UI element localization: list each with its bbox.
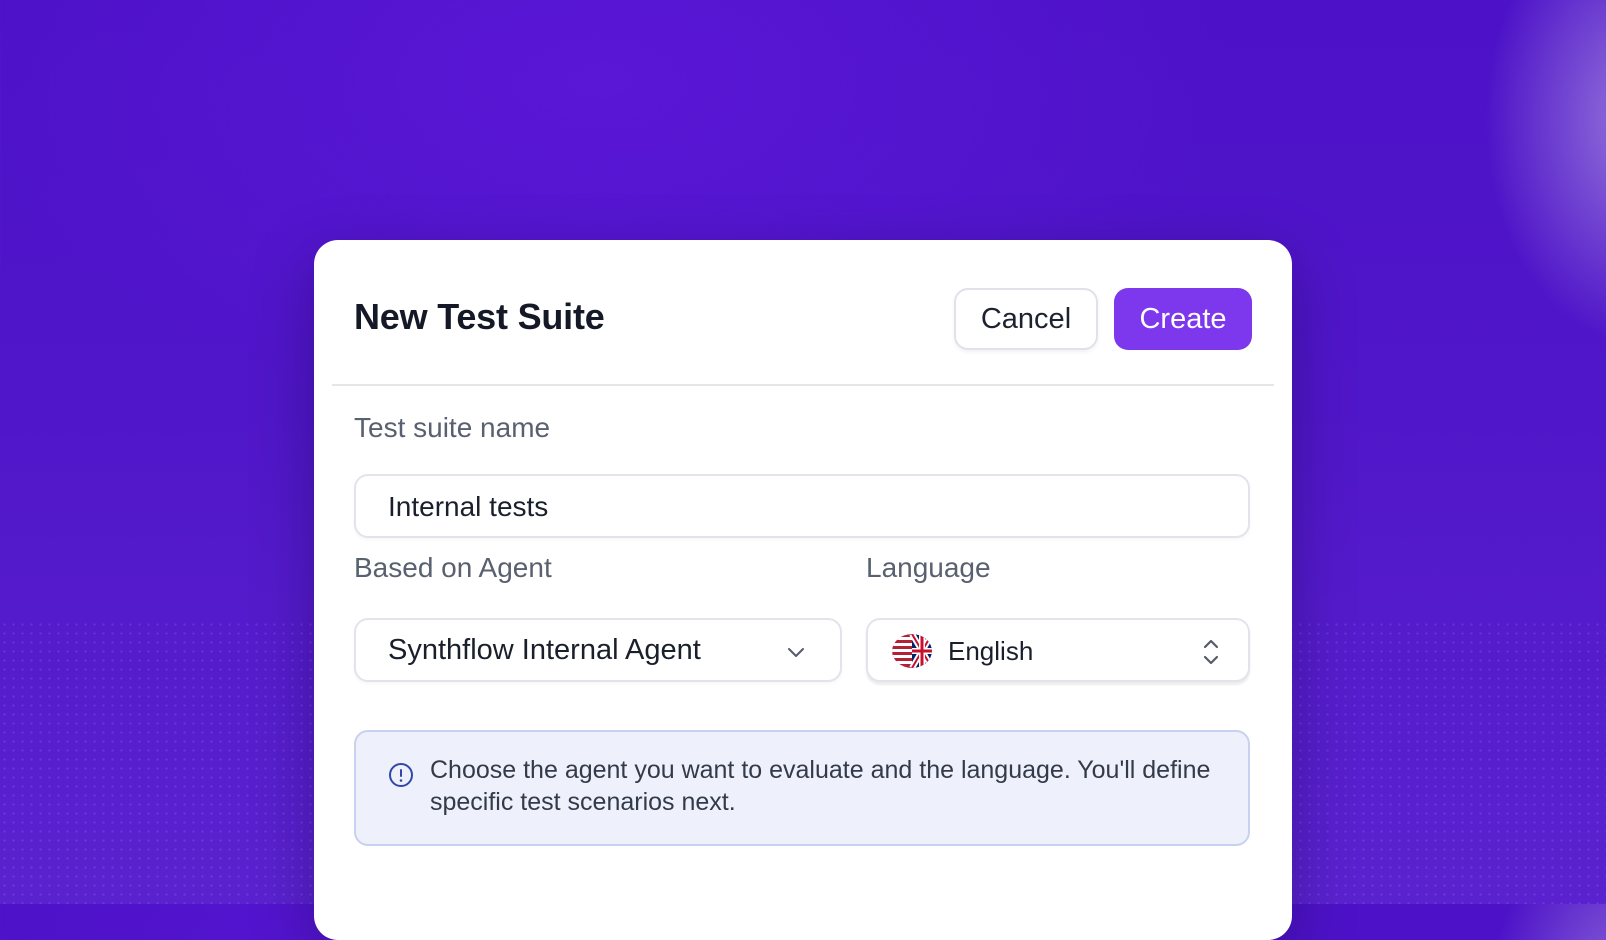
language-select[interactable]: English (866, 618, 1250, 682)
language-label: Language (866, 552, 991, 583)
language-selected-value: English (948, 636, 1034, 666)
new-test-suite-dialog: New Test Suite Cancel Create Test suite … (314, 240, 1292, 940)
test-suite-name-label: Test suite name (354, 412, 551, 443)
info-icon (389, 763, 413, 787)
agent-select[interactable]: Synthflow Internal Agent (354, 618, 842, 682)
agent-label: Based on Agent (354, 552, 552, 583)
test-suite-name-input[interactable] (388, 488, 1208, 526)
dialog-header: New Test Suite Cancel Create (332, 258, 1274, 386)
cancel-button[interactable]: Cancel (954, 288, 1098, 350)
chevron-down-icon (788, 648, 804, 657)
info-text: Choose the agent you want to evaluate an… (430, 756, 1211, 816)
us-uk-flag-icon (892, 634, 932, 668)
test-suite-name-field[interactable] (354, 474, 1250, 538)
info-callout: Choose the agent you want to evaluate an… (354, 730, 1250, 846)
create-button[interactable]: Create (1114, 288, 1252, 350)
agent-selected-value: Synthflow Internal Agent (388, 634, 701, 666)
chevron-up-down-icon (1203, 639, 1219, 665)
dialog-title: New Test Suite (354, 296, 605, 337)
